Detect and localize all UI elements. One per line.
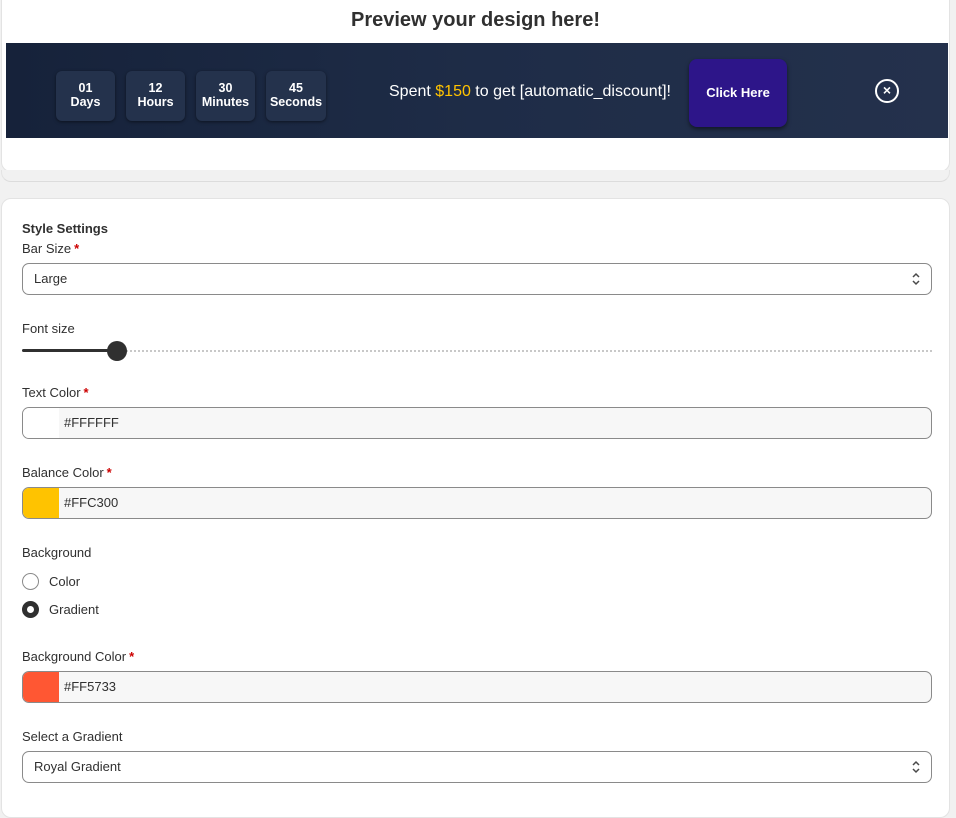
text-color-swatch[interactable]: [23, 408, 59, 438]
radio-gradient[interactable]: [22, 600, 39, 618]
text-color-field[interactable]: #FFFFFF: [22, 407, 932, 439]
preview-card: Preview your design here! 01 Days 12 Hou…: [1, 0, 950, 172]
bar-size-select[interactable]: Large: [22, 263, 932, 295]
select-chevron-icon: [912, 760, 920, 774]
background-label: Background: [22, 545, 92, 560]
gradient-label: Select a Gradient: [22, 729, 123, 744]
timer-minutes: 30 Minutes: [196, 71, 255, 121]
click-here-button[interactable]: Click Here: [689, 59, 787, 127]
text-color-label: Text Color *: [22, 385, 89, 400]
countdown-bar: 01 Days 12 Hours 30 Minutes 45 Seconds S…: [6, 43, 948, 138]
preview-title: Preview your design here!: [351, 9, 600, 31]
close-icon[interactable]: ×: [875, 79, 899, 103]
section-title: Style Settings: [22, 221, 108, 236]
select-chevron-icon: [912, 272, 920, 286]
background-color-swatch[interactable]: [23, 672, 59, 702]
background-color-label: Background Color *: [22, 649, 135, 664]
font-size-label: Font size: [22, 321, 75, 336]
slider-track[interactable]: [118, 350, 932, 352]
bar-size-label: Bar Size *: [22, 241, 80, 256]
balance-color-field[interactable]: #FFC300: [22, 487, 932, 519]
background-option-gradient[interactable]: Gradient: [22, 600, 99, 618]
style-settings-card: Style Settings Bar Size * Large Font size…: [1, 198, 950, 818]
slider-track-filled: [22, 349, 118, 352]
card-divider: [1, 170, 950, 182]
slider-thumb[interactable]: [107, 341, 127, 361]
bar-message: Spent $150 to get [automatic_discount]!: [389, 83, 671, 100]
radio-color[interactable]: [22, 572, 39, 590]
background-color-field[interactable]: #FF5733: [22, 671, 932, 703]
timer-hours: 12 Hours: [126, 71, 185, 121]
balance-color-swatch[interactable]: [23, 488, 59, 518]
timer-days: 01 Days: [56, 71, 115, 121]
gradient-select[interactable]: Royal Gradient: [22, 751, 932, 783]
balance-amount: $150: [435, 83, 471, 100]
timer-seconds: 45 Seconds: [266, 71, 326, 121]
background-option-color[interactable]: Color: [22, 572, 80, 590]
balance-color-label: Balance Color *: [22, 465, 112, 480]
